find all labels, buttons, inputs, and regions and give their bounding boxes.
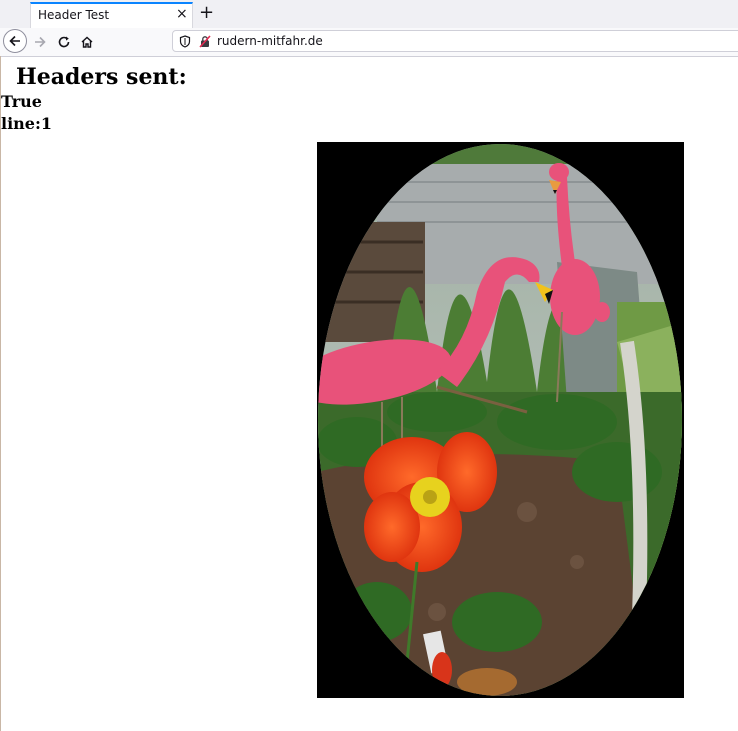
- tab-strip: Header Test × +: [0, 0, 738, 29]
- flamingo-garden-photo: [317, 142, 684, 698]
- oval-photo-graphic: [317, 142, 684, 698]
- shield-icon[interactable]: [179, 35, 191, 48]
- new-tab-button[interactable]: +: [199, 4, 214, 22]
- forward-button[interactable]: [28, 30, 52, 54]
- page-content: Headers sent: True line:1: [0, 56, 738, 731]
- navigation-bar: rudern-mitfahr.de: [0, 28, 738, 57]
- close-icon[interactable]: ×: [176, 6, 188, 22]
- url-text[interactable]: rudern-mitfahr.de: [217, 34, 323, 48]
- reload-button[interactable]: [52, 30, 76, 54]
- page-heading: Headers sent:: [16, 64, 187, 90]
- line-value: line:1: [1, 114, 53, 133]
- forward-arrow-icon: [35, 36, 46, 48]
- headers-sent-value: True: [1, 92, 42, 111]
- url-bar[interactable]: rudern-mitfahr.de: [172, 30, 738, 52]
- tab-title: Header Test: [38, 8, 110, 22]
- insecure-lock-icon[interactable]: [199, 35, 211, 48]
- home-button[interactable]: [75, 30, 99, 54]
- back-button[interactable]: [3, 29, 27, 53]
- reload-icon: [58, 36, 70, 48]
- back-arrow-icon: [9, 35, 20, 47]
- home-icon: [81, 36, 93, 48]
- tab-header-test[interactable]: Header Test ×: [30, 2, 193, 28]
